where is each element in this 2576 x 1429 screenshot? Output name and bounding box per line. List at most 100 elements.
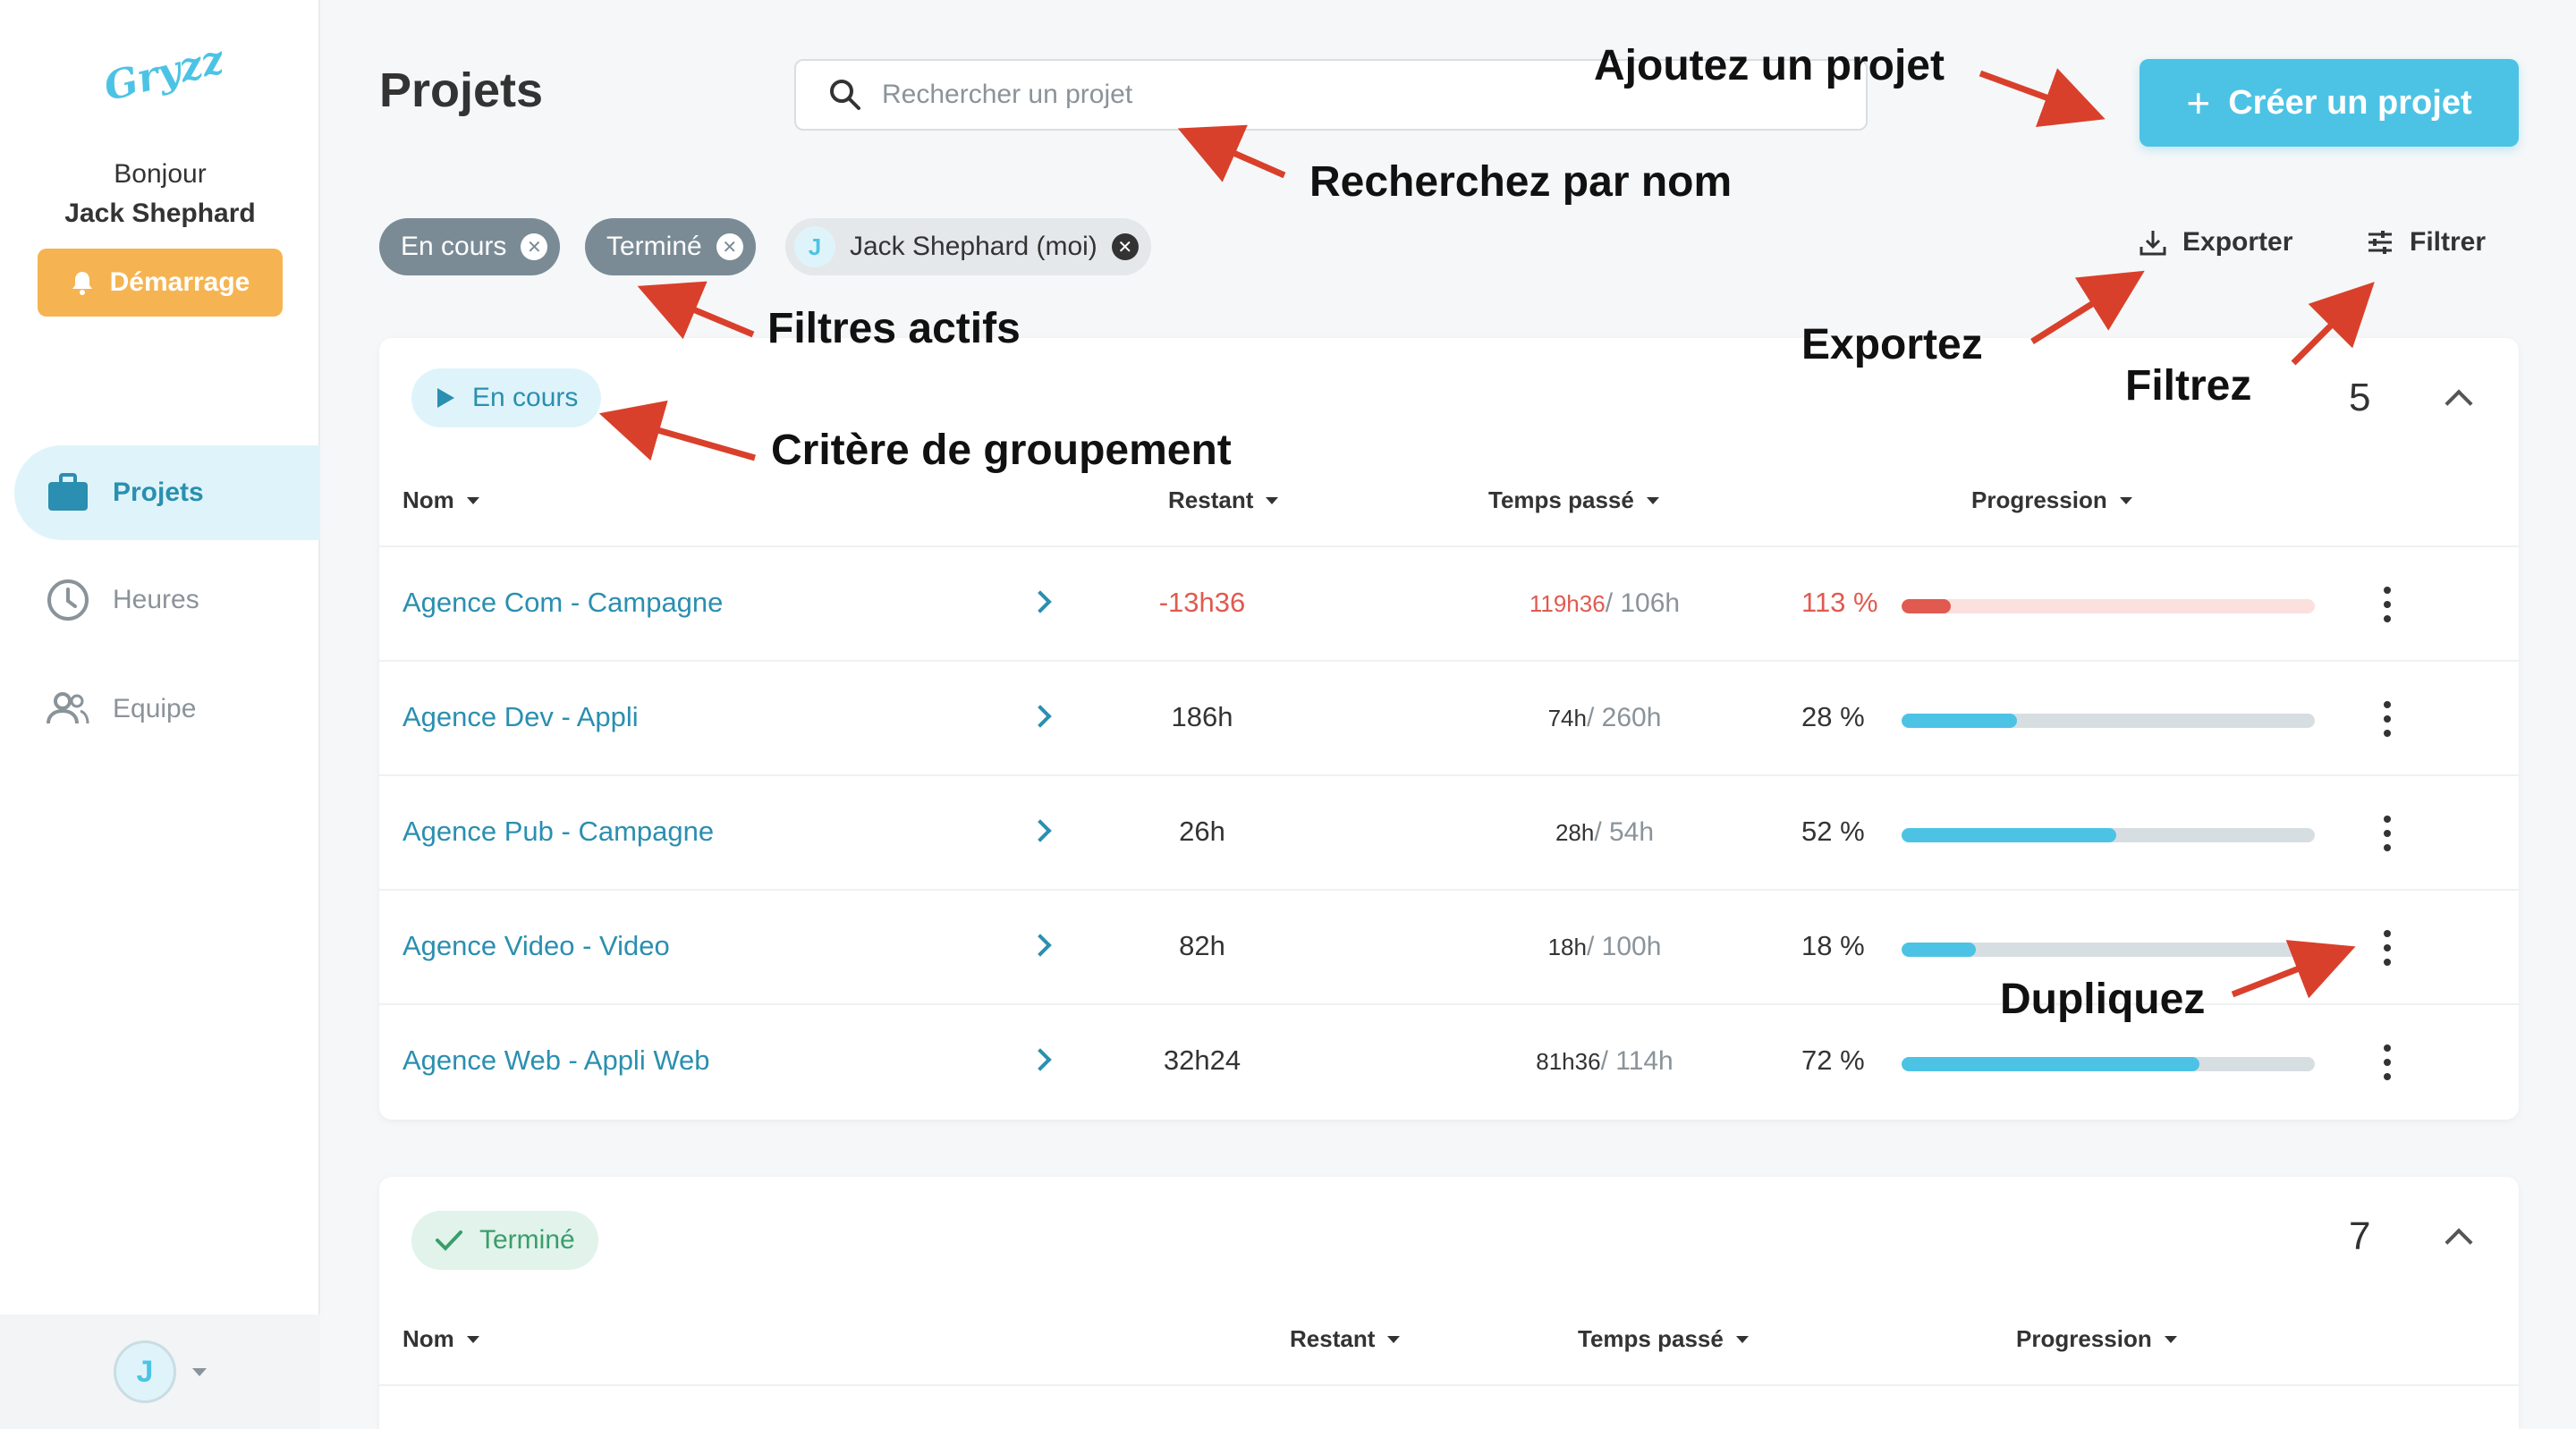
project-name-link[interactable]: Agence Video - Video — [402, 930, 670, 962]
column-header-temps-passe[interactable]: Temps passé — [1488, 486, 1659, 514]
start-label: Démarrage — [109, 267, 250, 297]
annotation-grouping: Critère de groupement — [771, 427, 1232, 474]
divider — [379, 1384, 2519, 1386]
filter-chip-label: Jack Shephard (moi) — [850, 232, 1097, 261]
time-spent: 81h36/ 114h — [1453, 1046, 1757, 1077]
time-planned: / 54h — [1594, 817, 1655, 847]
annotation-add-project: Ajoutez un projet — [1594, 42, 1945, 89]
plus-icon: + — [2186, 80, 2211, 126]
progress-bar-fill — [1902, 1057, 2199, 1071]
progress-bar — [1902, 599, 2315, 613]
more-options-icon[interactable] — [2383, 701, 2392, 737]
more-options-icon[interactable] — [2383, 587, 2392, 622]
create-project-button[interactable]: + Créer un projet — [2140, 59, 2519, 147]
chevron-right-icon[interactable] — [1029, 819, 1052, 842]
chevron-up-icon[interactable] — [2445, 1228, 2473, 1256]
page-title: Projets — [379, 63, 544, 117]
clock-icon — [47, 579, 89, 621]
time-planned: / 106h — [1605, 588, 1681, 618]
sidebar-item-projets[interactable]: Projets — [14, 445, 320, 540]
sidebar-item-label: Equipe — [113, 694, 197, 723]
remaining-time: 186h — [1171, 701, 1233, 732]
time-spent-value: 28h — [1555, 819, 1595, 846]
group-label: Terminé — [479, 1225, 575, 1255]
more-options-icon[interactable] — [2383, 1044, 2392, 1080]
group-count: 5 — [2349, 376, 2371, 419]
chevron-right-icon[interactable] — [1029, 590, 1052, 613]
time-planned: / 114h — [1600, 1046, 1674, 1076]
chevron-right-icon[interactable] — [1029, 934, 1052, 957]
chevron-up-icon[interactable] — [2445, 389, 2473, 418]
column-header-restant[interactable]: Restant — [1168, 486, 1279, 514]
progress-bar — [1902, 943, 2315, 957]
project-name-link[interactable]: Agence Web - Appli Web — [402, 1044, 710, 1077]
briefcase-icon — [48, 473, 88, 511]
time-spent-value: 18h — [1547, 934, 1587, 960]
sidebar-item-label: Heures — [113, 585, 199, 614]
download-icon — [2140, 231, 2166, 256]
progress-percent: 113 % — [1801, 587, 1878, 618]
project-name-link[interactable]: Agence Pub - Campagne — [402, 816, 714, 848]
column-header-temps-passe[interactable]: Temps passé — [1578, 1325, 1749, 1353]
remaining-time: -13h36 — [1158, 587, 1246, 618]
chevron-right-icon[interactable] — [1029, 705, 1052, 728]
filter-chip-label: Terminé — [606, 232, 702, 261]
time-spent: 74h/ 260h — [1453, 703, 1757, 733]
time-spent: 28h/ 54h — [1453, 817, 1757, 848]
chevron-down-icon[interactable] — [192, 1367, 207, 1376]
group-chip-en-cours[interactable]: En cours — [411, 368, 602, 427]
user-menu[interactable]: J — [0, 1315, 320, 1429]
project-name-link[interactable]: Agence Com - Campagne — [402, 587, 723, 619]
user-name: Jack Shephard — [64, 199, 256, 228]
project-name-link[interactable]: Agence Dev - Appli — [402, 701, 639, 733]
time-planned: / 100h — [1586, 932, 1662, 961]
column-header-progression[interactable]: Progression — [2016, 1325, 2177, 1353]
column-header-restant[interactable]: Restant — [1290, 1325, 1401, 1353]
start-button[interactable]: Démarrage — [38, 249, 283, 317]
remove-filter-icon[interactable]: ✕ — [1111, 233, 1139, 260]
create-project-label: Créer un projet — [2228, 83, 2472, 122]
filter-button[interactable]: Filtrer — [2365, 227, 2486, 258]
sidebar-item-label: Projets — [113, 478, 204, 507]
remove-filter-icon[interactable]: ✕ — [521, 233, 548, 260]
progress-percent: 28 % — [1801, 701, 1865, 732]
annotation-active-filters: Filtres actifs — [767, 305, 1021, 352]
column-header-progression[interactable]: Progression — [1971, 486, 2132, 514]
more-options-icon[interactable] — [2383, 930, 2392, 966]
table-row[interactable]: Agence Pub - Campagne 26h 28h/ 54h 52 % — [379, 774, 2519, 889]
remove-filter-icon[interactable]: ✕ — [716, 233, 743, 260]
group-count: 7 — [2349, 1214, 2371, 1258]
remaining-time: 82h — [1179, 930, 1225, 961]
progress-bar-fill — [1902, 828, 2117, 842]
progress-bar — [1902, 828, 2315, 842]
progress-bar-fill — [1902, 943, 1977, 957]
avatar[interactable]: J — [114, 1340, 176, 1403]
table-row[interactable]: Agence Com - Campagne -13h36 119h36/ 106h 1… — [379, 545, 2519, 660]
more-options-icon[interactable] — [2383, 816, 2392, 851]
chevron-right-icon[interactable] — [1029, 1048, 1052, 1071]
filter-label: Filtrer — [2410, 227, 2487, 257]
column-header-nom[interactable]: Nom — [402, 486, 479, 514]
progress-bar — [1902, 714, 2315, 728]
filter-chip-en-cours[interactable]: En cours ✕ — [379, 218, 561, 275]
export-label: Exporter — [2182, 227, 2293, 257]
progress-percent: 18 % — [1801, 930, 1865, 961]
annotation-duplicate: Dupliquez — [2000, 976, 2206, 1023]
export-button[interactable]: Exporter — [2138, 227, 2292, 258]
sidebar-item-heures[interactable]: Heures — [14, 553, 320, 647]
group-termine: Terminé 7 Nom Restant Temps passé Progre… — [379, 1177, 2519, 1429]
search-input[interactable] — [882, 80, 1687, 110]
time-spent: 18h/ 100h — [1453, 932, 1757, 962]
sidebar-item-equipe[interactable]: Equipe — [14, 662, 320, 757]
filter-chip-termine[interactable]: Terminé ✕ — [585, 218, 756, 275]
remaining-time: 26h — [1179, 816, 1225, 847]
column-header-nom[interactable]: Nom — [402, 1325, 479, 1353]
filter-chip-label: En cours — [401, 232, 507, 261]
table-row[interactable]: Agence Dev - Appli 186h 74h/ 260h 28 % — [379, 660, 2519, 774]
filter-chip-user[interactable]: J Jack Shephard (moi) ✕ — [785, 218, 1151, 275]
progress-bar — [1902, 1057, 2315, 1071]
group-chip-termine[interactable]: Terminé — [411, 1211, 598, 1270]
gryzzly-logo[interactable]: Gryzzly — [97, 27, 268, 125]
time-spent-value: 119h36 — [1529, 590, 1606, 617]
people-icon — [47, 692, 89, 724]
